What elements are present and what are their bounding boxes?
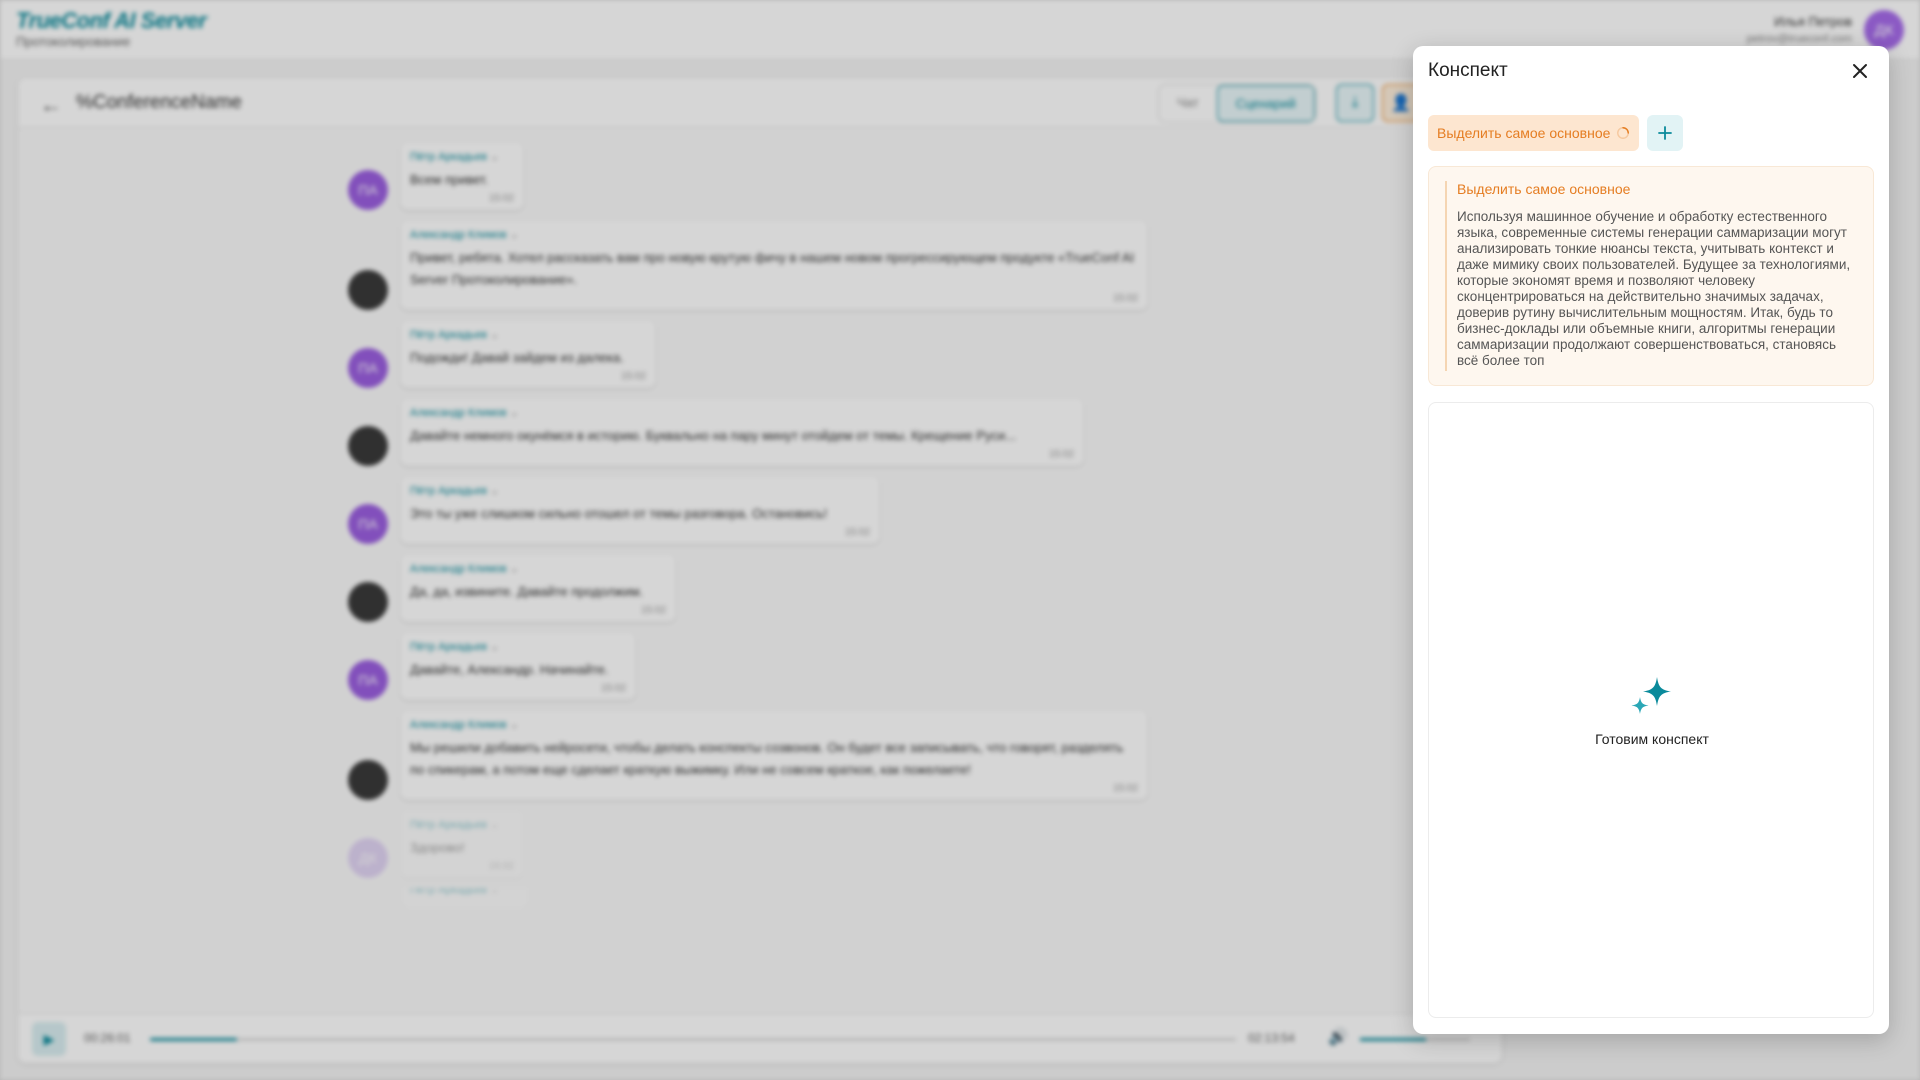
summary-loading-area: Готовим конспект: [1428, 402, 1874, 1018]
loading-text: Готовим конспект: [1595, 731, 1709, 747]
modal-title: Конспект: [1428, 60, 1508, 81]
prompt-chips: Выделить самое основное: [1428, 115, 1684, 151]
chip-label: Выделить самое основное: [1437, 125, 1611, 141]
summary-card: Выделить самое основное Используя машинн…: [1428, 166, 1874, 386]
close-icon: [1853, 64, 1867, 78]
close-button[interactable]: [1845, 56, 1875, 86]
spinner-icon: [1617, 127, 1630, 139]
highlight-main-chip[interactable]: Выделить самое основное: [1428, 115, 1640, 151]
summary-title: Выделить самое основное: [1457, 181, 1631, 197]
plus-icon: [1658, 126, 1673, 140]
add-prompt-button[interactable]: [1647, 115, 1684, 151]
summary-text: Используя машинное обучение и обработку …: [1457, 209, 1851, 368]
sparkle-icon: [1631, 677, 1671, 714]
summary-modal: Конспект Выделить самое основное Выделит…: [1413, 46, 1889, 1034]
